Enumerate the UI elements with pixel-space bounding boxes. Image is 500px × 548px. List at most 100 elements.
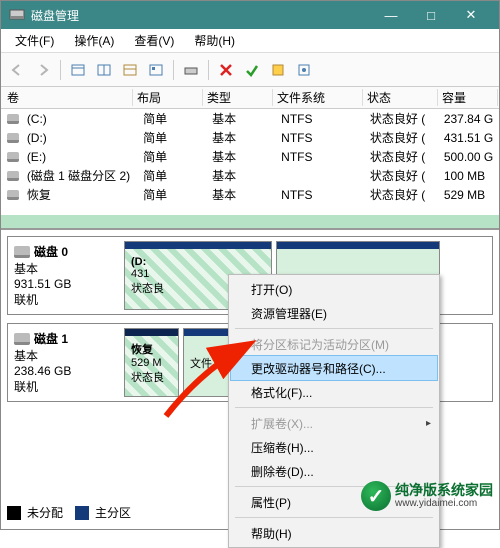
- disk-kind: 基本: [14, 347, 114, 364]
- delete-x-icon[interactable]: [214, 58, 238, 82]
- ctx-mark-active: 将分区标记为活动分区(M): [231, 332, 437, 356]
- vol-capacity: 529 MB: [440, 188, 499, 202]
- vol-name: 恢复: [23, 186, 139, 203]
- part-label: (D:: [131, 256, 265, 268]
- volume-icon: [7, 190, 19, 200]
- disk-kind: 基本: [14, 260, 114, 277]
- menu-file[interactable]: 文件(F): [5, 30, 64, 51]
- disk-name: 磁盘 1: [34, 330, 68, 347]
- vol-layout: 简单: [139, 148, 208, 165]
- col-filesystem[interactable]: 文件系统: [273, 89, 363, 106]
- vol-fs: NTFS: [277, 112, 366, 126]
- col-name[interactable]: 卷: [3, 89, 133, 106]
- watermark-line2: www.yidaimei.com: [395, 498, 493, 509]
- legend-unalloc-label: 未分配: [27, 504, 63, 521]
- vol-capacity: 100 MB: [440, 169, 499, 183]
- vol-status: 状态良好 (: [366, 110, 440, 127]
- legend-unalloc-swatch: [7, 506, 21, 520]
- menu-action[interactable]: 操作(A): [64, 30, 124, 51]
- vol-type: 基本: [208, 129, 277, 146]
- part-label: 恢复: [131, 341, 172, 357]
- tool-disk-icon[interactable]: [179, 58, 203, 82]
- partition[interactable]: 恢复529 M状态良: [124, 328, 179, 397]
- vol-capacity: 237.84 G: [440, 112, 499, 126]
- vol-status: 状态良好 (: [366, 129, 440, 146]
- col-type[interactable]: 类型: [203, 89, 273, 106]
- nav-forward-icon[interactable]: [31, 58, 55, 82]
- menu-help[interactable]: 帮助(H): [184, 30, 245, 51]
- ctx-change-drive-letter[interactable]: 更改驱动器号和路径(C)...: [231, 356, 437, 380]
- watermark-line1: 纯净版系统家园: [395, 483, 493, 498]
- vol-fs: NTFS: [277, 131, 366, 145]
- volume-row[interactable]: (磁盘 1 磁盘分区 2)简单基本 状态良好 (100 MB: [1, 166, 499, 185]
- vol-status: 状态良好 (: [366, 167, 440, 184]
- properties-icon[interactable]: [144, 58, 168, 82]
- volume-row[interactable]: (C:)简单基本NTFS状态良好 (237.84 G: [1, 109, 499, 128]
- volume-header-row: 卷 布局 类型 文件系统 状态 容量: [1, 87, 499, 109]
- vol-layout: 简单: [139, 167, 208, 184]
- disk-size: 238.46 GB: [14, 364, 114, 378]
- view-list-icon[interactable]: [66, 58, 90, 82]
- vol-fs: NTFS: [277, 188, 366, 202]
- ctx-shrink-volume[interactable]: 压缩卷(H)...: [231, 435, 437, 459]
- ctx-open[interactable]: 打开(O): [231, 277, 437, 301]
- disk-name: 磁盘 0: [34, 243, 68, 260]
- minimize-button[interactable]: —: [371, 1, 411, 29]
- vol-layout: 简单: [139, 110, 208, 127]
- disk-icon: [14, 246, 30, 258]
- vol-type: 基本: [208, 186, 277, 203]
- volume-row[interactable]: 恢复简单基本NTFS状态良好 (529 MB: [1, 185, 499, 204]
- note-icon[interactable]: [266, 58, 290, 82]
- app-icon: [9, 6, 25, 25]
- vol-type: 基本: [208, 167, 277, 184]
- volume-list: 卷 布局 类型 文件系统 状态 容量 (C:)简单基本NTFS状态良好 (237…: [1, 87, 499, 230]
- vol-name: (磁盘 1 磁盘分区 2): [23, 167, 139, 184]
- maximize-button[interactable]: □: [411, 1, 451, 29]
- check-icon[interactable]: [240, 58, 264, 82]
- title-bar: 磁盘管理 — □ ✕: [1, 1, 499, 29]
- disk-state: 联机: [14, 291, 114, 308]
- legend-primary-swatch: [75, 506, 89, 520]
- ctx-explorer[interactable]: 资源管理器(E): [231, 301, 437, 325]
- vol-name: (C:): [23, 112, 139, 126]
- window-title: 磁盘管理: [31, 7, 371, 24]
- nav-back-icon[interactable]: [5, 58, 29, 82]
- menu-bar: 文件(F) 操作(A) 查看(V) 帮助(H): [1, 29, 499, 53]
- volume-row[interactable]: (E:)简单基本NTFS状态良好 (500.00 G: [1, 147, 499, 166]
- refresh-icon[interactable]: [92, 58, 116, 82]
- part-status: 状态良: [131, 369, 172, 385]
- watermark-badge-icon: ✓: [361, 481, 391, 511]
- watermark: ✓ 纯净版系统家园 www.yidaimei.com: [361, 481, 493, 511]
- col-layout[interactable]: 布局: [133, 89, 203, 106]
- vol-capacity: 431.51 G: [440, 131, 499, 145]
- disk-icon: [14, 333, 30, 345]
- close-button[interactable]: ✕: [451, 1, 491, 29]
- ctx-help[interactable]: 帮助(H): [231, 521, 437, 545]
- vol-type: 基本: [208, 110, 277, 127]
- volume-icon: [7, 133, 19, 143]
- vol-capacity: 500.00 G: [440, 150, 499, 164]
- ctx-delete-volume[interactable]: 删除卷(D)...: [231, 459, 437, 483]
- volume-icon: [7, 114, 19, 124]
- toolbar: [1, 53, 499, 87]
- col-capacity[interactable]: 容量: [438, 89, 498, 106]
- col-status[interactable]: 状态: [363, 89, 438, 106]
- menu-view[interactable]: 查看(V): [124, 30, 184, 51]
- volume-list-padding: [1, 204, 499, 228]
- part-size: 529 M: [131, 357, 172, 369]
- vol-name: (E:): [23, 150, 139, 164]
- vol-layout: 简单: [139, 186, 208, 203]
- ctx-format[interactable]: 格式化(F)...: [231, 380, 437, 404]
- settings-icon[interactable]: [292, 58, 316, 82]
- vol-fs: NTFS: [277, 150, 366, 164]
- vol-status: 状态良好 (: [366, 186, 440, 203]
- details-icon[interactable]: [118, 58, 142, 82]
- vol-type: 基本: [208, 148, 277, 165]
- volume-icon: [7, 171, 19, 181]
- volume-icon: [7, 152, 19, 162]
- ctx-extend-volume: 扩展卷(X)...▸: [231, 411, 437, 435]
- vol-status: 状态良好 (: [366, 148, 440, 165]
- vol-layout: 简单: [139, 129, 208, 146]
- disk-size: 931.51 GB: [14, 277, 114, 291]
- volume-row[interactable]: (D:)简单基本NTFS状态良好 (431.51 G: [1, 128, 499, 147]
